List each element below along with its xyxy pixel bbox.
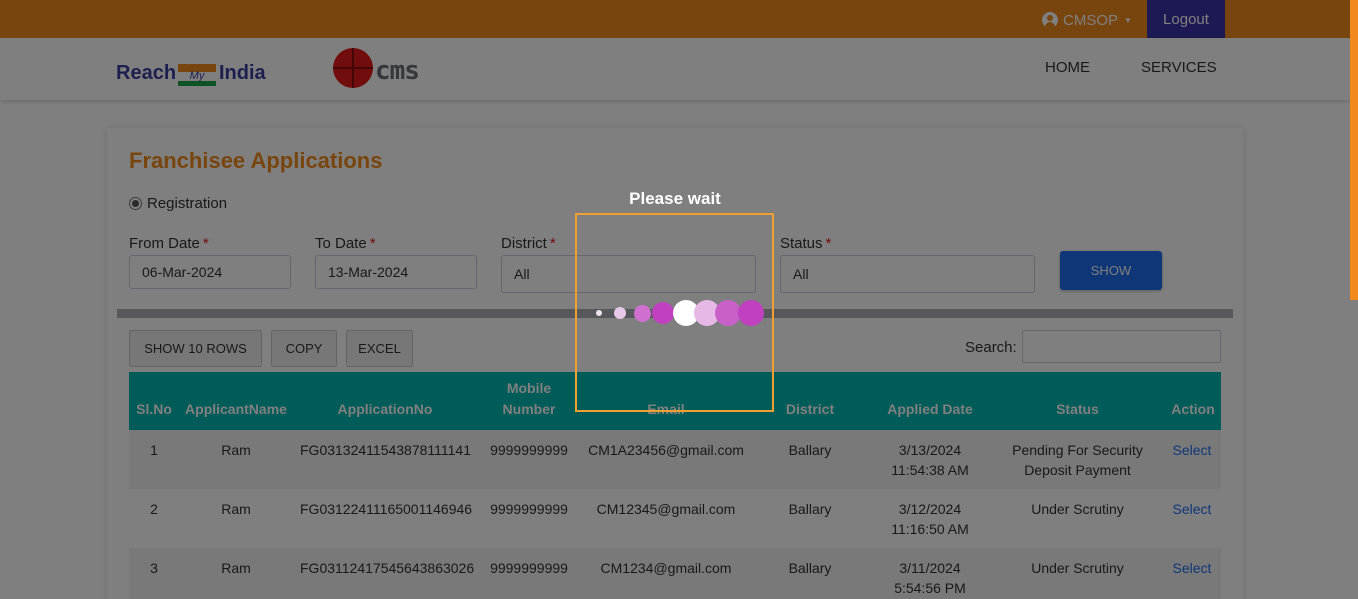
loader-dot xyxy=(614,307,626,319)
loader-dot xyxy=(634,305,651,322)
scrollbar-thumb[interactable] xyxy=(1350,0,1358,300)
please-wait-text: Please wait xyxy=(629,189,721,208)
loader-dot xyxy=(596,310,602,316)
loader-dot xyxy=(738,300,764,326)
loader-dot xyxy=(652,302,674,324)
